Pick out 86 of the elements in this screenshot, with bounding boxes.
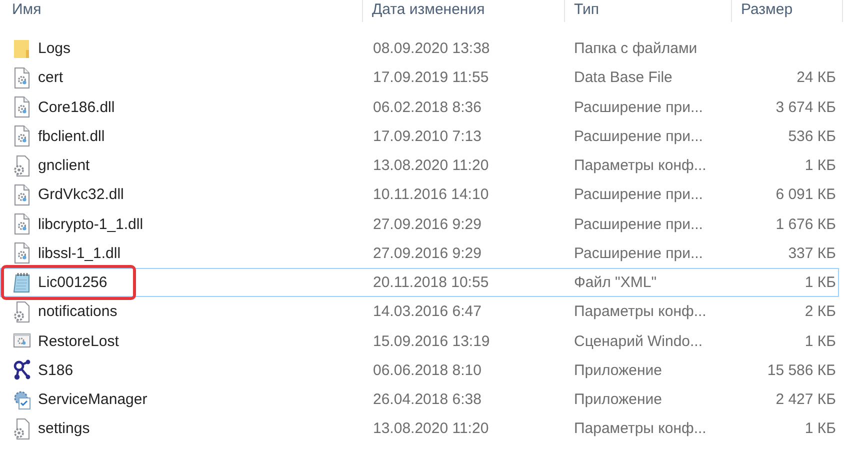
folder-icon [13, 38, 31, 60]
file-type: Приложение [574, 391, 662, 408]
file-type: Расширение при... [574, 98, 703, 116]
file-name: libssl-1_1.dll [38, 244, 121, 262]
file-row[interactable]: Logs 08.09.2020 13:38 Папка с файлами [0, 34, 839, 64]
notepad-icon [13, 272, 31, 294]
file-size: 1 676 КБ [776, 216, 836, 233]
file-date: 06.06.2018 8:10 [373, 362, 482, 379]
file-name: cert [38, 69, 64, 86]
column-header[interactable]: Дата изменения [372, 1, 485, 18]
file-type: Приложение [574, 362, 662, 379]
file-row[interactable]: notifications 14.03.2016 6:47 Параметры конф... 2 КБ [0, 297, 839, 326]
file-name: GrdVkc32.dll [38, 186, 124, 204]
column-header[interactable]: Имя [12, 1, 42, 18]
file-type: Файл "XML" [574, 274, 657, 292]
file-date: 17.09.2010 7:13 [373, 128, 482, 145]
file-name: notifications [38, 303, 118, 320]
file-row[interactable]: fbclient.dll 17.09.2010 7:13 Расширение при... 536 КБ [0, 122, 839, 151]
nodes-icon [13, 359, 31, 382]
file-size: 2 КБ [804, 303, 836, 320]
file-size: 337 КБ [788, 244, 836, 262]
gear-file-icon [13, 184, 31, 206]
file-size: 1 КБ [804, 274, 836, 292]
file-name: libcrypto-1_1.dll [38, 216, 144, 233]
file-date: 13.08.2020 11:20 [373, 157, 489, 174]
file-type: Расширение при... [574, 216, 703, 233]
file-row[interactable]: S186 06.06.2018 8:10 Приложение 15 586 КБ [0, 356, 839, 385]
file-size: 15 586 КБ [767, 362, 836, 379]
file-name: fbclient.dll [38, 128, 105, 145]
gear-file-icon [13, 96, 31, 118]
gear-file-icon [13, 66, 31, 89]
file-row[interactable]: Core186.dll 06.02.2018 8:36 Расширение при... 3 674 КБ [0, 92, 839, 122]
file-type: Параметры конф... [574, 157, 706, 174]
file-date: 10.11.2016 14:10 [373, 186, 489, 204]
file-date: 27.09.2016 9:29 [373, 216, 482, 233]
file-size: 1 КБ [804, 157, 836, 174]
file-type: Параметры конф... [574, 303, 706, 320]
file-size: 24 КБ [796, 69, 836, 86]
gear-file-icon [13, 418, 31, 440]
file-row[interactable]: ServiceManager 26.04.2018 6:38 Приложение 2 427 КБ [0, 385, 839, 414]
file-date: 17.09.2019 11:55 [373, 69, 489, 86]
gear-file-icon [13, 300, 31, 323]
file-date: 26.04.2018 6:38 [373, 391, 482, 408]
gear-file-icon [13, 213, 31, 236]
file-name: RestoreLost [38, 332, 119, 350]
file-name: Lic001256 [38, 274, 108, 292]
file-date: 06.02.2018 8:36 [373, 98, 482, 116]
file-type: Сценарий Windo... [574, 332, 703, 350]
file-row[interactable]: GrdVkc32.dll 10.11.2016 14:10 Расширение при... 6 091 КБ [0, 180, 839, 210]
file-date: 15.09.2016 13:19 [373, 332, 490, 350]
file-name: ServiceManager [38, 391, 148, 408]
file-size: 536 КБ [788, 128, 836, 145]
file-size: 3 674 КБ [776, 98, 836, 116]
file-type: Data Base File [574, 69, 672, 86]
gear-check-icon [13, 388, 31, 411]
file-type: Параметры конф... [574, 420, 706, 438]
file-row[interactable]: libcrypto-1_1.dll 27.09.2016 9:29 Расширение при... 1 676 КБ [0, 210, 839, 239]
file-row[interactable]: cert 17.09.2019 11:55 Data Base File 24 КБ [0, 63, 839, 92]
file-name: settings [38, 420, 90, 438]
gear-file-icon [13, 154, 31, 177]
file-size: 1 КБ [804, 332, 836, 350]
file-date: 27.09.2016 9:29 [373, 244, 482, 262]
file-size: 2 427 КБ [776, 391, 836, 408]
gear-file-icon [13, 125, 31, 148]
file-type: Расширение при... [574, 244, 703, 262]
file-date: 14.03.2016 6:47 [373, 303, 482, 320]
file-date: 20.11.2018 10:55 [373, 274, 489, 292]
column-header[interactable]: Тип [574, 1, 600, 18]
file-size: 1 КБ [804, 420, 836, 438]
file-size: 6 091 КБ [776, 186, 836, 204]
file-row[interactable]: settings 13.08.2020 11:20 Параметры конф... 1 КБ [0, 414, 839, 444]
file-name: Logs [38, 40, 71, 58]
file-type: Расширение при... [574, 186, 703, 204]
file-name: gnclient [38, 157, 90, 174]
file-row[interactable]: libssl-1_1.dll 27.09.2016 9:29 Расширение при... 337 КБ [0, 238, 839, 268]
file-row[interactable]: RestoreLost 15.09.2016 13:19 Сценарий Windo... 1 КБ [0, 326, 839, 356]
file-row[interactable]: Lic001256 20.11.2018 10:55 Файл "XML" 1 КБ [0, 268, 839, 298]
file-row[interactable]: gnclient 13.08.2020 11:20 Параметры конф... 1 КБ [0, 151, 839, 180]
file-name: S186 [38, 362, 74, 379]
file-type: Расширение при... [574, 128, 703, 145]
file-date: 08.09.2020 13:38 [373, 40, 490, 58]
file-type: Папка с файлами [574, 40, 698, 58]
file-name: Core186.dll [38, 98, 115, 116]
gear-file-icon [13, 242, 31, 264]
file-date: 13.08.2020 11:20 [373, 420, 489, 438]
column-header[interactable]: Размер [741, 1, 793, 18]
